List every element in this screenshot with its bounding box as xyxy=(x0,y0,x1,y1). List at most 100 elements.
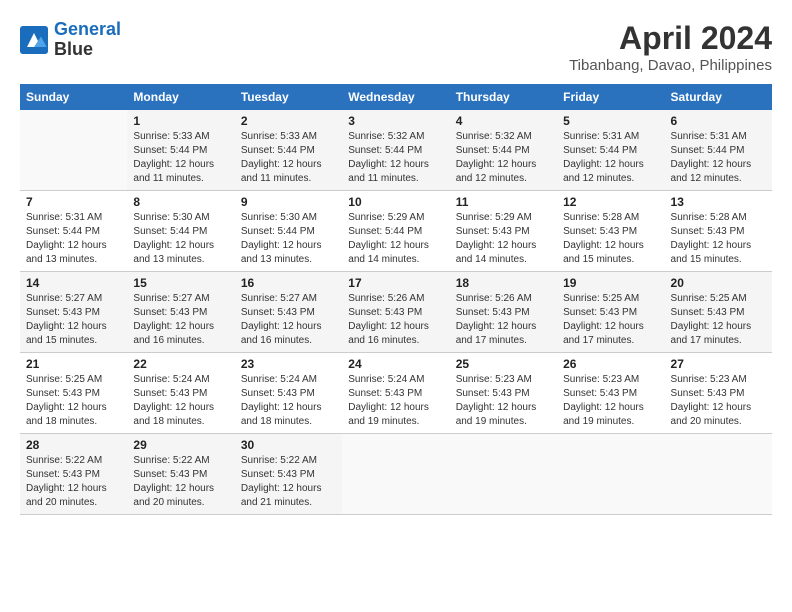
day-number: 25 xyxy=(456,357,551,371)
day-info: Sunrise: 5:25 AMSunset: 5:43 PMDaylight:… xyxy=(26,373,121,429)
day-number: 18 xyxy=(456,276,551,290)
day-info: Sunrise: 5:27 AMSunset: 5:43 PMDaylight:… xyxy=(26,292,121,348)
calendar-day-cell: 2 Sunrise: 5:33 AMSunset: 5:44 PMDaylight… xyxy=(235,110,342,191)
calendar-day-cell: 22 Sunrise: 5:24 AMSunset: 5:43 PMDayligh… xyxy=(127,353,234,434)
weekday-header-cell: Friday xyxy=(557,84,664,110)
day-number: 19 xyxy=(563,276,658,290)
day-info: Sunrise: 5:23 AMSunset: 5:43 PMDaylight:… xyxy=(456,373,551,429)
calendar-day-cell: 7Sunrise: 5:31 AMSunset: 5:44 PMDaylight… xyxy=(20,191,127,272)
day-number: 4 xyxy=(456,114,551,128)
day-number: 22 xyxy=(133,357,228,371)
day-info: Sunrise: 5:23 AMSunset: 5:43 PMDaylight:… xyxy=(671,373,766,429)
weekday-header-cell: Sunday xyxy=(20,84,127,110)
month-title: April 2024 xyxy=(569,20,772,57)
day-number: 24 xyxy=(348,357,443,371)
calendar-day-cell: 12 Sunrise: 5:28 AMSunset: 5:43 PMDayligh… xyxy=(557,191,664,272)
day-info: Sunrise: 5:22 AMSunset: 5:43 PMDaylight:… xyxy=(26,454,121,510)
calendar-day-cell: 24 Sunrise: 5:24 AMSunset: 5:43 PMDayligh… xyxy=(342,353,449,434)
calendar-day-cell: 25 Sunrise: 5:23 AMSunset: 5:43 PMDayligh… xyxy=(450,353,557,434)
day-info: Sunrise: 5:26 AMSunset: 5:43 PMDaylight:… xyxy=(456,292,551,348)
calendar-day-cell: 13 Sunrise: 5:28 AMSunset: 5:43 PMDayligh… xyxy=(665,191,772,272)
day-number: 21 xyxy=(26,357,121,371)
day-info: Sunrise: 5:23 AMSunset: 5:43 PMDaylight:… xyxy=(563,373,658,429)
day-info: Sunrise: 5:25 AMSunset: 5:43 PMDaylight:… xyxy=(671,292,766,348)
day-number: 29 xyxy=(133,438,228,452)
calendar-day-cell: 8 Sunrise: 5:30 AMSunset: 5:44 PMDaylight… xyxy=(127,191,234,272)
day-info: Sunrise: 5:27 AMSunset: 5:43 PMDaylight:… xyxy=(133,292,228,348)
day-info: Sunrise: 5:26 AMSunset: 5:43 PMDaylight:… xyxy=(348,292,443,348)
calendar-day-cell: 4 Sunrise: 5:32 AMSunset: 5:44 PMDaylight… xyxy=(450,110,557,191)
day-number: 9 xyxy=(241,195,336,209)
weekday-header-cell: Wednesday xyxy=(342,84,449,110)
calendar-day-cell: 15Sunrise: 5:27 AMSunset: 5:43 PMDayligh… xyxy=(127,272,234,353)
weekday-header-cell: Monday xyxy=(127,84,234,110)
day-number: 26 xyxy=(563,357,658,371)
day-info: Sunrise: 5:22 AMSunset: 5:43 PMDaylight:… xyxy=(241,454,336,510)
day-number: 1 xyxy=(133,114,228,128)
calendar-day-cell xyxy=(20,110,127,191)
calendar-week-row: 14 Sunrise: 5:27 AMSunset: 5:43 PMDayligh… xyxy=(20,272,772,353)
day-info: Sunrise: 5:27 AMSunset: 5:43 PMDaylight:… xyxy=(241,292,336,348)
day-info: Sunrise: 5:33 AMSunset: 5:44 PMDaylight:… xyxy=(133,130,228,186)
calendar-day-cell: 11 Sunrise: 5:29 AMSunset: 5:43 PMDayligh… xyxy=(450,191,557,272)
day-info: Sunrise: 5:22 AMSunset: 5:43 PMDaylight:… xyxy=(133,454,228,510)
day-info: Sunrise: 5:24 AMSunset: 5:43 PMDaylight:… xyxy=(241,373,336,429)
day-number: 17 xyxy=(348,276,443,290)
calendar-day-cell: 17 Sunrise: 5:26 AMSunset: 5:43 PMDayligh… xyxy=(342,272,449,353)
calendar-day-cell xyxy=(342,434,449,515)
weekday-header-cell: Tuesday xyxy=(235,84,342,110)
calendar-day-cell: 3Sunrise: 5:32 AMSunset: 5:44 PMDaylight… xyxy=(342,110,449,191)
calendar-day-cell: 5Sunrise: 5:31 AMSunset: 5:44 PMDaylight… xyxy=(557,110,664,191)
calendar-day-cell: 29 Sunrise: 5:22 AMSunset: 5:43 PMDayligh… xyxy=(127,434,234,515)
location-subtitle: Tibanbang, Davao, Philippines xyxy=(569,57,772,74)
calendar-day-cell: 23 Sunrise: 5:24 AMSunset: 5:43 PMDayligh… xyxy=(235,353,342,434)
day-info: Sunrise: 5:25 AMSunset: 5:43 PMDaylight:… xyxy=(563,292,658,348)
day-info: Sunrise: 5:24 AMSunset: 5:43 PMDaylight:… xyxy=(133,373,228,429)
calendar-week-row: 7Sunrise: 5:31 AMSunset: 5:44 PMDaylight… xyxy=(20,191,772,272)
day-info: Sunrise: 5:30 AMSunset: 5:44 PMDaylight:… xyxy=(241,211,336,267)
day-info: Sunrise: 5:24 AMSunset: 5:43 PMDaylight:… xyxy=(348,373,443,429)
day-number: 11 xyxy=(456,195,551,209)
day-number: 23 xyxy=(241,357,336,371)
logo: General Blue xyxy=(20,20,121,60)
day-info: Sunrise: 5:31 AMSunset: 5:44 PMDaylight:… xyxy=(671,130,766,186)
day-number: 2 xyxy=(241,114,336,128)
calendar-day-cell xyxy=(665,434,772,515)
day-number: 14 xyxy=(26,276,121,290)
day-info: Sunrise: 5:32 AMSunset: 5:44 PMDaylight:… xyxy=(348,130,443,186)
day-info: Sunrise: 5:32 AMSunset: 5:44 PMDaylight:… xyxy=(456,130,551,186)
calendar-week-row: 28 Sunrise: 5:22 AMSunset: 5:43 PMDayligh… xyxy=(20,434,772,515)
calendar-day-cell: 14 Sunrise: 5:27 AMSunset: 5:43 PMDayligh… xyxy=(20,272,127,353)
day-info: Sunrise: 5:28 AMSunset: 5:43 PMDaylight:… xyxy=(671,211,766,267)
day-number: 28 xyxy=(26,438,121,452)
day-number: 16 xyxy=(241,276,336,290)
calendar-week-row: 1 Sunrise: 5:33 AMSunset: 5:44 PMDaylight… xyxy=(20,110,772,191)
day-number: 13 xyxy=(671,195,766,209)
calendar-day-cell: 26 Sunrise: 5:23 AMSunset: 5:43 PMDayligh… xyxy=(557,353,664,434)
calendar-day-cell: 30 Sunrise: 5:22 AMSunset: 5:43 PMDayligh… xyxy=(235,434,342,515)
day-number: 12 xyxy=(563,195,658,209)
day-info: Sunrise: 5:33 AMSunset: 5:44 PMDaylight:… xyxy=(241,130,336,186)
day-info: Sunrise: 5:31 AMSunset: 5:44 PMDaylight:… xyxy=(26,211,121,267)
logo-text: General Blue xyxy=(54,20,121,60)
calendar-day-cell: 20Sunrise: 5:25 AMSunset: 5:43 PMDayligh… xyxy=(665,272,772,353)
calendar-day-cell: 28 Sunrise: 5:22 AMSunset: 5:43 PMDayligh… xyxy=(20,434,127,515)
calendar-day-cell: 6 Sunrise: 5:31 AMSunset: 5:44 PMDaylight… xyxy=(665,110,772,191)
calendar-day-cell: 21 Sunrise: 5:25 AMSunset: 5:43 PMDayligh… xyxy=(20,353,127,434)
calendar-day-cell xyxy=(557,434,664,515)
logo-icon xyxy=(20,26,48,54)
page-header: General Blue April 2024 Tibanbang, Davao… xyxy=(20,20,772,74)
calendar-day-cell: 19 Sunrise: 5:25 AMSunset: 5:43 PMDayligh… xyxy=(557,272,664,353)
day-info: Sunrise: 5:29 AMSunset: 5:43 PMDaylight:… xyxy=(456,211,551,267)
calendar-table: SundayMondayTuesdayWednesdayThursdayFrid… xyxy=(20,84,772,515)
weekday-header-cell: Saturday xyxy=(665,84,772,110)
weekday-header-cell: Thursday xyxy=(450,84,557,110)
day-info: Sunrise: 5:30 AMSunset: 5:44 PMDaylight:… xyxy=(133,211,228,267)
calendar-day-cell: 16 Sunrise: 5:27 AMSunset: 5:43 PMDayligh… xyxy=(235,272,342,353)
day-number: 6 xyxy=(671,114,766,128)
calendar-day-cell: 1 Sunrise: 5:33 AMSunset: 5:44 PMDaylight… xyxy=(127,110,234,191)
day-info: Sunrise: 5:28 AMSunset: 5:43 PMDaylight:… xyxy=(563,211,658,267)
calendar-day-cell xyxy=(450,434,557,515)
day-number: 30 xyxy=(241,438,336,452)
day-number: 8 xyxy=(133,195,228,209)
